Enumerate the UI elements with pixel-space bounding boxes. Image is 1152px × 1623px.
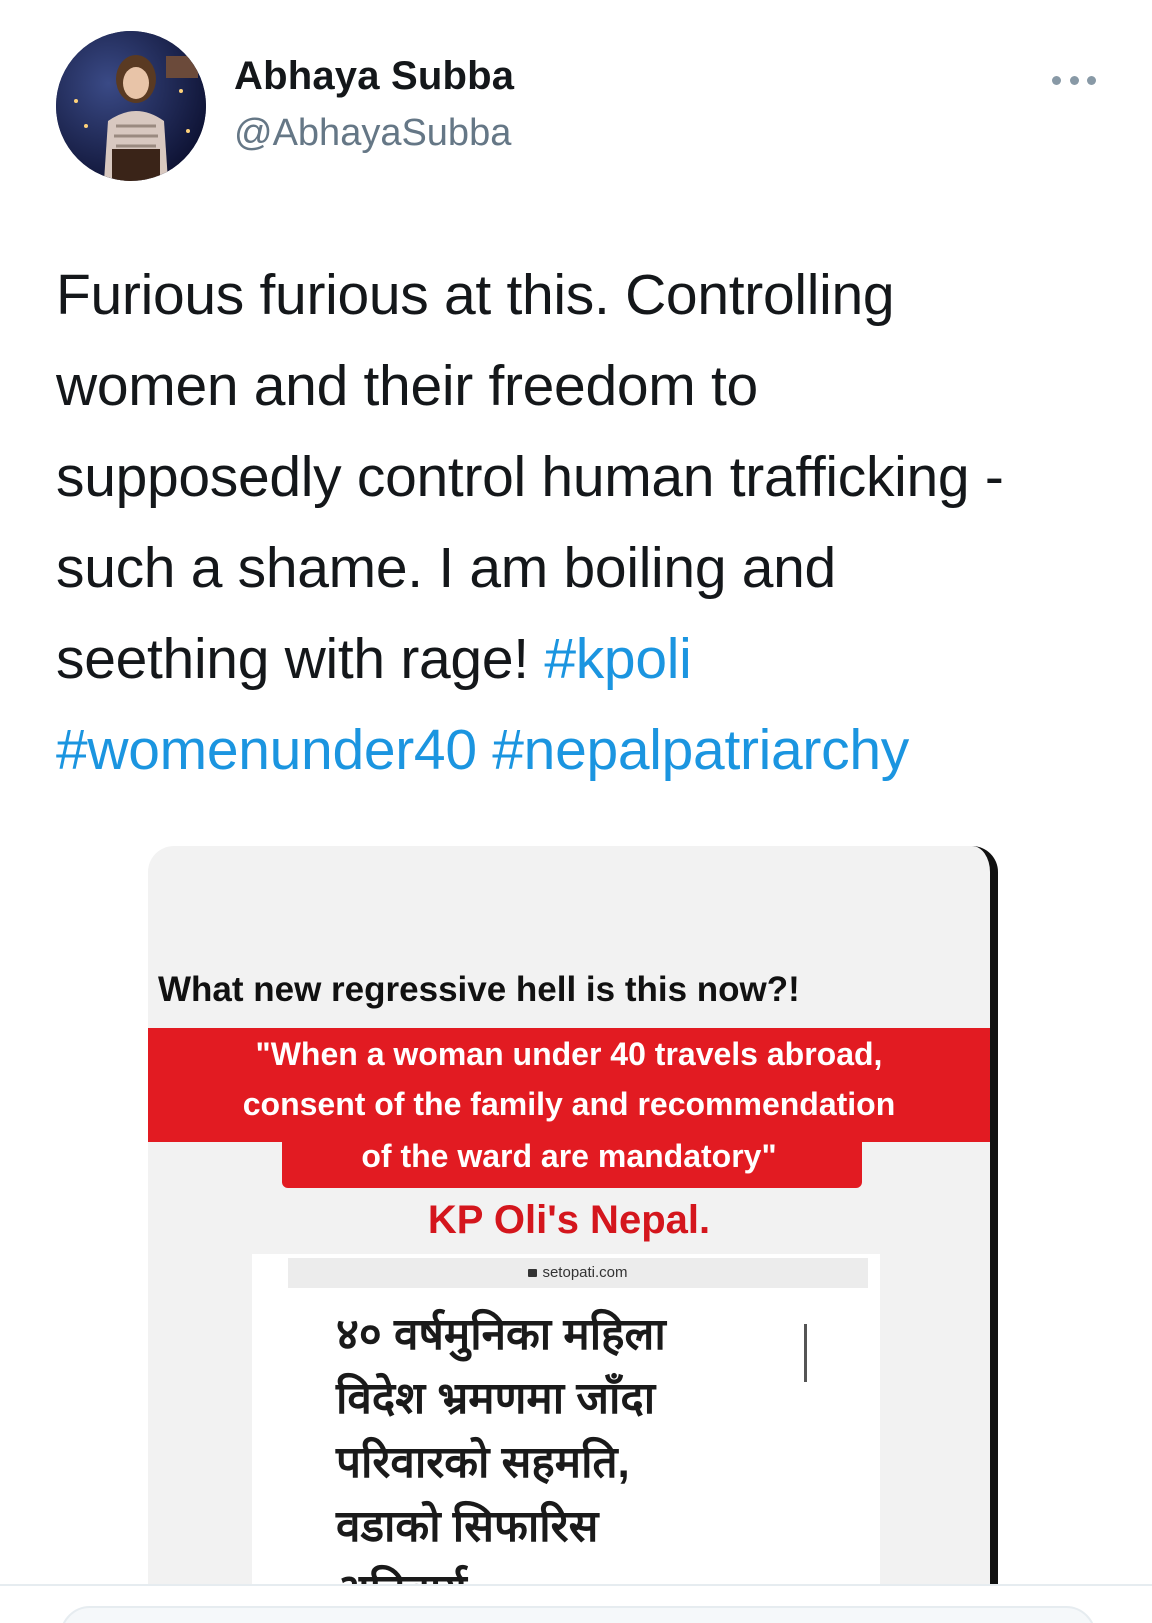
quote-line: of the ward are mandatory" [361, 1138, 777, 1174]
tweet-text: Furious furious at this. Controlling wom… [56, 250, 1116, 796]
more-dot [1052, 75, 1061, 85]
article-headline-line: अनिवार्य [336, 1558, 467, 1586]
url-bar: setopati.com [288, 1258, 868, 1288]
quote-line: "When a woman under 40 travels abroad, [255, 1036, 883, 1072]
reply-bar[interactable] [60, 1606, 1096, 1623]
tweet-line: supposedly control human trafficking - [56, 445, 1004, 509]
tweet-line: women and their freedom to [56, 354, 758, 418]
attached-image[interactable]: What new regressive hell is this now?! "… [148, 846, 998, 1586]
tweet-line: #womenunder40 #nepalpatriarchy [56, 705, 1116, 796]
url-text: setopati.com [542, 1264, 628, 1281]
divider [0, 1584, 1152, 1586]
article-headline-line: विदेश भ्रमणमा जाँदा [336, 1374, 656, 1423]
quote-attribution: KP Oli's Nepal. [427, 1198, 711, 1242]
tweet-line-text: seething with rage! [56, 627, 545, 691]
avatar-image [56, 31, 206, 181]
tweet-line: such a shame. I am boiling and [56, 536, 836, 600]
avatar[interactable] [56, 31, 206, 181]
lock-icon [528, 1269, 538, 1277]
hashtag-link[interactable]: #womenunder40 [56, 718, 477, 782]
more-dot [1087, 75, 1096, 85]
quote-line: consent of the family and recommendation [242, 1086, 896, 1122]
more-options-icon[interactable] [1052, 70, 1096, 90]
text-cursor-icon [804, 1324, 807, 1382]
tweet-page: Abhaya Subba @AbhayaSubba Furious furiou… [0, 0, 1152, 1623]
article-headline-line: परिवारको सहमति, [336, 1438, 630, 1487]
author-handle[interactable]: @AbhayaSubba [234, 112, 511, 155]
article-screenshot: setopati.com ४० वर्षमुनिका महिला विदेश भ… [252, 1254, 880, 1586]
tweet-line: Furious furious at this. Controlling [56, 263, 895, 327]
author-name[interactable]: Abhaya Subba [234, 54, 514, 99]
article-headline-line: ४० वर्षमुनिका महिला [336, 1310, 666, 1359]
more-dot [1069, 75, 1079, 85]
image-headline: What new regressive hell is this now?! [158, 970, 800, 1009]
tweet-line: seething with rage! #kpoli [56, 614, 1116, 705]
hashtag-link[interactable]: #kpoli [544, 627, 691, 691]
hashtag-link[interactable]: #nepalpatriarchy [492, 718, 909, 782]
article-headline-line: वडाको सिफारिस [336, 1502, 599, 1551]
image-content: What new regressive hell is this now?! "… [148, 846, 990, 1586]
